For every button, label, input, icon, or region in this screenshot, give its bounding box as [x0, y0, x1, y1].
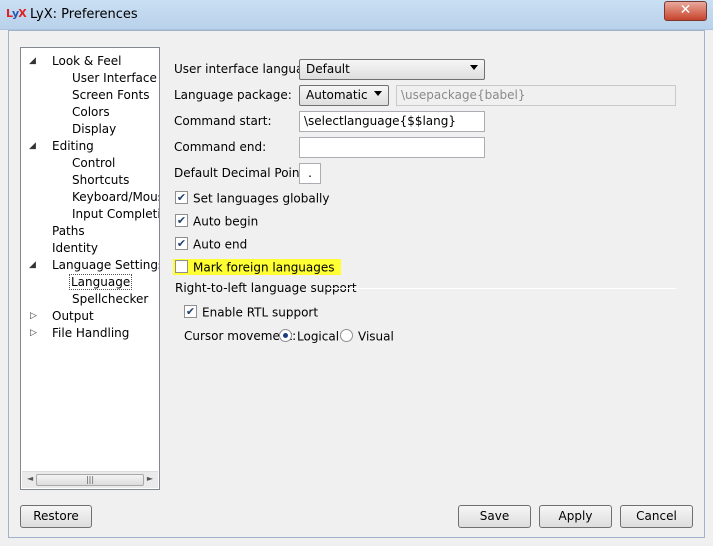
radio-icon[interactable] [279, 329, 292, 342]
cursor-visual-label: Visual [358, 329, 394, 344]
radio-icon[interactable] [340, 329, 353, 342]
mark-foreign-languages-label: Mark foreign languages [193, 260, 335, 275]
collapsed-arrow-icon[interactable]: ▷ [30, 311, 37, 321]
ui-language-value: Default [306, 62, 350, 76]
tree-item-control[interactable]: Control [72, 155, 115, 172]
tree-item-keyboard-mouse[interactable]: Keyboard/Mouse [72, 189, 159, 206]
tree-item-language[interactable]: Language [69, 274, 133, 291]
auto-begin-checkbox[interactable]: Auto begin [175, 214, 258, 230]
chevron-down-icon [470, 65, 478, 70]
command-start-field[interactable]: \selectlanguage{$$lang} [299, 111, 485, 132]
tree-item-output[interactable]: Output [52, 308, 94, 325]
checkbox-icon[interactable] [175, 191, 188, 204]
auto-end-label: Auto end [193, 237, 248, 252]
tree-item-input-completion[interactable]: Input Completion [72, 206, 159, 223]
save-button[interactable]: Save [458, 505, 531, 528]
tree-item-file-handling[interactable]: File Handling [52, 325, 129, 342]
cursor-logical-radio[interactable]: Logical [279, 329, 339, 345]
close-button[interactable]: ✕ [664, 1, 707, 21]
cursor-visual-radio[interactable]: Visual [340, 329, 394, 345]
cancel-button[interactable]: Cancel [620, 505, 693, 528]
ui-language-select[interactable]: Default [299, 59, 485, 80]
tree-item-shortcuts[interactable]: Shortcuts [72, 172, 129, 189]
scroll-thumb[interactable]: ||| [36, 474, 144, 486]
enable-rtl-label: Enable RTL support [202, 305, 319, 320]
checkbox-icon[interactable] [175, 214, 188, 227]
enable-rtl-checkbox[interactable]: Enable RTL support [184, 305, 318, 321]
collapsed-arrow-icon[interactable]: ▷ [30, 328, 37, 338]
checkbox-icon[interactable] [175, 260, 188, 273]
tree-item-identity[interactable]: Identity [52, 240, 98, 257]
preferences-tree[interactable]: ◢ Look & Feel User Interface Screen Font… [20, 47, 160, 490]
command-start-label: Command start: [174, 114, 272, 128]
tree-item-display[interactable]: Display [72, 121, 116, 138]
mark-foreign-languages-checkbox[interactable]: Mark foreign languages [173, 259, 341, 275]
tree-item-user-interface[interactable]: User Interface [72, 70, 157, 87]
language-package-field: \usepackage{babel} [396, 85, 676, 106]
restore-button[interactable]: Restore [20, 505, 92, 528]
decimal-point-field[interactable]: . [299, 163, 321, 184]
apply-button[interactable]: Apply [539, 505, 612, 528]
tree-item-colors[interactable]: Colors [72, 104, 110, 121]
expanded-arrow-icon[interactable]: ◢ [29, 260, 36, 270]
group-divider [326, 288, 676, 289]
chevron-down-icon [374, 91, 382, 96]
expanded-arrow-icon[interactable]: ◢ [29, 141, 36, 151]
set-languages-globally-label: Set languages globally [193, 191, 330, 206]
title-bar: LyX LyX: Preferences ✕ [0, 0, 713, 30]
language-package-value: Automatic [306, 88, 368, 102]
expanded-arrow-icon[interactable]: ◢ [29, 56, 36, 66]
set-languages-globally-checkbox[interactable]: Set languages globally [175, 191, 330, 207]
horizontal-scrollbar[interactable]: ◄ ||| ► [22, 471, 158, 488]
tree-item-paths[interactable]: Paths [52, 223, 85, 240]
scroll-right-icon[interactable]: ► [147, 474, 153, 483]
tree-item-screen-fonts[interactable]: Screen Fonts [72, 87, 149, 104]
close-icon: ✕ [679, 2, 692, 18]
lyx-app-icon: LyX [6, 7, 27, 20]
scroll-left-icon[interactable]: ◄ [27, 474, 33, 483]
tree-item-language-settings[interactable]: Language Settings [52, 257, 159, 274]
language-package-label: Language package: [174, 88, 292, 102]
decimal-point-label: Default Decimal Point: [174, 166, 309, 180]
tree-item-spellchecker[interactable]: Spellchecker [72, 291, 148, 308]
checkbox-icon[interactable] [184, 305, 197, 318]
window-title: LyX: Preferences [30, 7, 138, 22]
tree-item-look-and-feel[interactable]: Look & Feel [52, 53, 121, 70]
auto-end-checkbox[interactable]: Auto end [175, 237, 247, 253]
command-end-label: Command end: [174, 140, 267, 154]
checkbox-icon[interactable] [175, 237, 188, 250]
command-end-field[interactable] [299, 137, 485, 158]
auto-begin-label: Auto begin [193, 214, 259, 229]
cursor-logical-label: Logical [297, 329, 340, 344]
tree-item-editing[interactable]: Editing [52, 138, 94, 155]
language-package-select[interactable]: Automatic [299, 85, 389, 106]
